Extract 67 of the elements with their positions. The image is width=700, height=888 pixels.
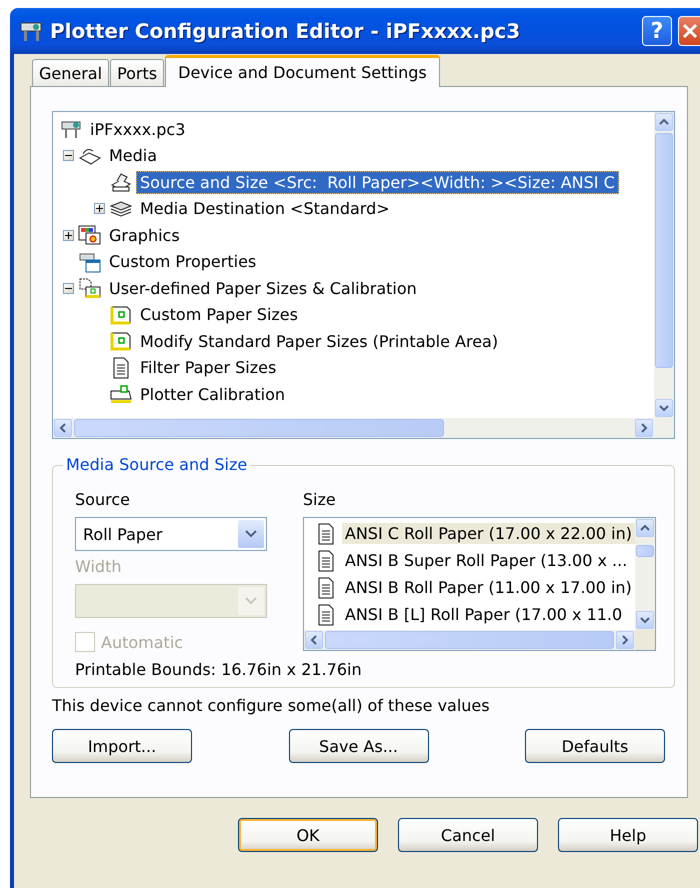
tree-item[interactable]: Custom Paper Sizes — [136, 303, 302, 326]
calibration-icon — [109, 383, 133, 406]
printer-icon — [109, 171, 133, 194]
scrollbar-corner — [635, 630, 655, 650]
field-label: Size — [302, 490, 337, 509]
dialog-button[interactable]: OK — [238, 818, 378, 852]
tab[interactable]: General — [32, 59, 110, 86]
info-text: This device cannot configure some(all) of these values — [52, 696, 491, 715]
list-item[interactable]: ANSI B [L] Roll Paper (17.00 x 11.0 — [342, 604, 626, 625]
collapse-button[interactable] — [63, 282, 74, 294]
scroll-down-button[interactable] — [655, 399, 673, 417]
dialog-button[interactable]: Help — [558, 818, 698, 852]
caret-icon — [244, 597, 257, 605]
checkbox-label: Automatic — [101, 632, 184, 652]
close-icon — [680, 22, 698, 40]
dialog-button[interactable]: Import... — [52, 729, 192, 763]
field-label: Source — [75, 490, 131, 509]
scroll-up-button[interactable] — [636, 519, 654, 537]
help-button[interactable]: ? — [642, 16, 672, 46]
vertical-scrollbar[interactable] — [654, 112, 674, 418]
paper-size-icon — [109, 304, 133, 326]
tab[interactable]: Device and Document Settings — [165, 55, 440, 87]
graphics-icon — [78, 224, 102, 246]
list-item[interactable]: ANSI C Roll Paper (17.00 x 22.00 in) — [342, 523, 635, 544]
expand-button[interactable] — [63, 230, 74, 241]
dialog-button[interactable]: Save As... — [288, 729, 428, 763]
tree-item[interactable]: User-defined Paper Sizes & Calibration — [105, 276, 421, 300]
plus-icon — [96, 205, 103, 212]
close-button[interactable] — [678, 16, 700, 46]
tree-item[interactable]: Graphics — [105, 224, 184, 247]
scroll-thumb[interactable] — [655, 133, 673, 368]
window-title: Plotter Configuration Editor - iPFxxxx.pc3 — [50, 19, 522, 43]
scroll-thumb[interactable] — [636, 545, 654, 557]
plotter-window-icon — [78, 250, 102, 273]
scroll-right-button[interactable] — [616, 631, 634, 649]
dialog-button[interactable]: Defaults — [525, 729, 665, 763]
tree-item[interactable]: Media Destination <Standard> — [136, 197, 394, 220]
scroll-thumb[interactable] — [74, 419, 444, 437]
tree-item[interactable]: Filter Paper Sizes — [136, 356, 280, 380]
tree-item[interactable]: Modify Standard Paper Sizes (Printable Area) — [136, 330, 502, 353]
size-list[interactable]: ANSI C Roll Paper (17.00 x 22.00 in) ANSI B Super Roll Paper (13.00 x ... ANSI B Roll Paper (11.00 x 17.00 in) ANSI B [L] Roll Paper (17.00 x 11.0 — [302, 517, 656, 651]
collapse-button[interactable] — [63, 150, 74, 162]
paper-sizes-icon — [78, 277, 102, 300]
plus-icon — [65, 232, 72, 239]
horizontal-scrollbar[interactable] — [304, 630, 655, 650]
scroll-down-button[interactable] — [636, 611, 654, 629]
scroll-up-button[interactable] — [655, 113, 673, 131]
tab[interactable]: Ports — [110, 59, 164, 86]
tree-item[interactable]: Custom Properties — [105, 250, 260, 274]
scroll-right-button[interactable] — [635, 419, 653, 437]
tree-item[interactable]: Media — [105, 144, 162, 168]
dialog-button[interactable]: Cancel — [398, 818, 538, 852]
scroll-thumb[interactable] — [324, 631, 614, 649]
tree-item[interactable]: Source and Size <Src: Roll Paper><Width: ><Size: ANSI C — [136, 170, 619, 194]
paper-size-icon — [109, 330, 133, 352]
tree-item[interactable]: iPFxxxx.pc3 — [86, 118, 190, 141]
list-item[interactable]: ANSI B Roll Paper (11.00 x 17.00 in) — [342, 577, 635, 598]
caret-icon — [244, 530, 257, 538]
list-item[interactable]: ANSI B Super Roll Paper (13.00 x ... — [342, 550, 630, 571]
scroll-left-button[interactable] — [54, 419, 72, 437]
tree-item[interactable]: Plotter Calibration — [136, 382, 289, 406]
scroll-left-button[interactable] — [304, 631, 323, 649]
vertical-scrollbar[interactable] — [635, 518, 655, 630]
printable-bounds-text: Printable Bounds: 16.76in x 21.76in — [75, 660, 363, 679]
expand-button[interactable] — [94, 203, 105, 214]
source-dropdown[interactable]: Roll Paper — [75, 517, 267, 551]
field-label: Width — [75, 557, 122, 576]
